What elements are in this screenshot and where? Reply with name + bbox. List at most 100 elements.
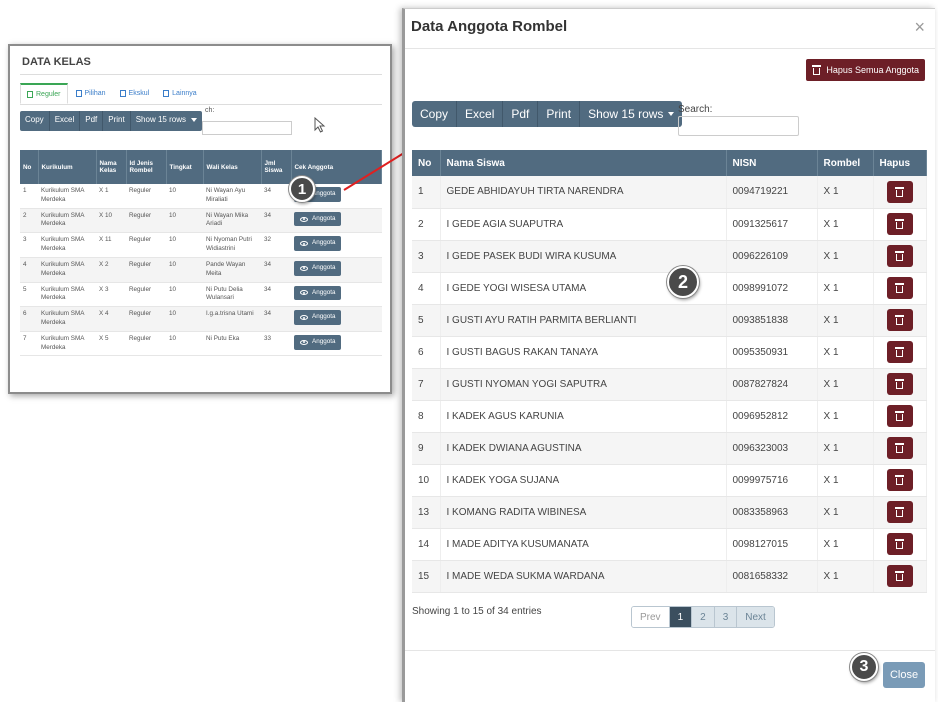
hapus-button[interactable] (886, 309, 913, 331)
trash-icon (895, 443, 905, 453)
trash-icon (812, 65, 822, 75)
cell-rombel: X 1 (817, 400, 874, 433)
hapus-button[interactable] (886, 213, 913, 235)
cell-rombel: X 1 (817, 528, 874, 561)
page-next[interactable]: Next (737, 607, 774, 627)
pagination: Prev 1 2 3 Next (631, 606, 775, 628)
cell-rombel: X 1 (817, 272, 874, 305)
cell-hapus (873, 368, 927, 401)
hapus-button[interactable] (886, 277, 913, 299)
hapus-semua-anggota-button[interactable]: Hapus Semua Anggota (806, 59, 925, 81)
cell-nama: I MADE WEDA SUKMA WARDANA (440, 560, 727, 593)
search-input[interactable] (678, 116, 799, 136)
trash-icon (895, 411, 905, 421)
hapus-button[interactable] (886, 565, 913, 587)
table-header-row: No Nama Siswa NISN Rombel Hapus (412, 150, 927, 176)
cell-nama: GEDE ABHIDAYUH TIRTA NARENDRA (440, 176, 727, 209)
table-row: 2I GEDE AGIA SUAPUTRA 0091325617 X 1 (412, 208, 927, 241)
cell-hapus (873, 208, 927, 241)
page-prev[interactable]: Prev (632, 607, 670, 627)
cell-nisn: 0091325617 (726, 208, 818, 241)
modal-footer (405, 650, 935, 651)
hapus-button[interactable] (886, 373, 913, 395)
cell-no: 5 (412, 304, 441, 337)
cell-no: 14 (412, 528, 441, 561)
cell-rombel: X 1 (817, 496, 874, 529)
excel-button[interactable]: Excel (457, 101, 504, 127)
callout-3: 3 (850, 653, 878, 681)
trash-icon (895, 539, 905, 549)
cell-nisn: 0099975716 (726, 464, 818, 497)
col-header: Rombel (817, 150, 874, 176)
pdf-button[interactable]: Pdf (503, 101, 539, 127)
cell-nama: I KADEK AGUS KARUNIA (440, 400, 727, 433)
page-1[interactable]: 1 (669, 607, 693, 627)
cell-hapus (873, 496, 927, 529)
cell-nisn: 0096952812 (726, 400, 818, 433)
cell-no: 1 (412, 176, 441, 209)
hapus-button[interactable] (886, 437, 913, 459)
cell-no: 15 (412, 560, 441, 593)
print-button[interactable]: Print (538, 101, 581, 127)
trash-icon (895, 571, 905, 581)
hapus-button[interactable] (886, 341, 913, 363)
cell-hapus (873, 240, 927, 273)
trash-icon (895, 186, 905, 197)
page-2[interactable]: 2 (692, 607, 715, 627)
table-row: 8I KADEK AGUS KARUNIA 0096952812 X 1 (412, 400, 927, 433)
cell-rombel: X 1 (817, 208, 874, 241)
cell-hapus (873, 560, 927, 593)
cell-rombel: X 1 (817, 560, 874, 593)
hapus-button[interactable] (886, 245, 913, 267)
cell-nama: I GUSTI NYOMAN YOGI SAPUTRA (440, 368, 727, 401)
trash-icon (895, 251, 905, 261)
cell-rombel: X 1 (817, 176, 874, 209)
cell-no: 9 (412, 432, 441, 465)
copy-button[interactable]: Copy (412, 101, 458, 127)
col-header: Hapus (873, 150, 927, 176)
trash-icon (895, 379, 905, 389)
cell-nisn: 0093851838 (726, 304, 818, 337)
cell-nama: I KADEK YOGA SUJANA (440, 464, 727, 497)
cell-hapus (873, 464, 927, 497)
table-row: 9I KADEK DWIANA AGUSTINA 0096323003 X 1 (412, 432, 927, 465)
cell-rombel: X 1 (817, 464, 874, 497)
hapus-button[interactable] (886, 180, 913, 203)
col-header: No (412, 150, 441, 176)
cell-rombel: X 1 (817, 432, 874, 465)
hapus-button[interactable] (886, 501, 913, 523)
table-row: 10 I KADEK YOGA SUJANA 0099975716 X 1 (412, 464, 927, 497)
cell-nisn: 0095350931 (726, 336, 818, 369)
cell-no: 8 (412, 400, 441, 433)
table-row: 7I GUSTI NYOMAN YOGI SAPUTRA 0087827824 X … (412, 368, 927, 401)
cell-nisn: 0096323003 (726, 432, 818, 465)
cell-nisn: 0087827824 (726, 368, 818, 401)
hapus-button[interactable] (886, 405, 913, 427)
hapus-button[interactable] (886, 469, 913, 491)
col-header: Nama Siswa (440, 150, 727, 176)
show-rows-button[interactable]: Show 15 rows (580, 101, 683, 127)
modal-title: Data Anggota Rombel (411, 18, 568, 35)
table-row: 13 I KOMANG RADITA WIBINESA 0083358963 X 1 (412, 496, 927, 529)
page-3[interactable]: 3 (714, 607, 738, 627)
cell-hapus (873, 336, 927, 369)
col-header: NISN (726, 150, 818, 176)
trash-icon (895, 315, 905, 325)
cell-hapus (873, 432, 927, 465)
close-button[interactable]: Close (883, 662, 925, 688)
close-icon[interactable]: × (914, 17, 925, 38)
cell-hapus (873, 400, 927, 433)
cell-nama: I KOMANG RADITA WIBINESA (440, 496, 727, 529)
cell-no: 10 (412, 464, 441, 497)
cell-nisn: 0096226109 (726, 240, 818, 273)
table-row: 15 I MADE WEDA SUKMA WARDANA 0081658332 X 1 (412, 560, 927, 593)
hapus-button[interactable] (886, 533, 913, 555)
cell-nama: I GEDE AGIA SUAPUTRA (440, 208, 727, 241)
cell-rombel: X 1 (817, 240, 874, 273)
cell-hapus (873, 176, 927, 209)
cell-hapus (873, 272, 927, 305)
export-toolbar: Copy Excel Pdf Print Show 15 rows (412, 101, 683, 127)
cell-nama: I KADEK DWIANA AGUSTINA (440, 432, 727, 465)
table-row: 14 I MADE ADITYA KUSUMANATA 0098127015 X 1 (412, 528, 927, 561)
data-anggota-modal: Data Anggota Rombel × Hapus Semua Anggot… (402, 8, 935, 702)
